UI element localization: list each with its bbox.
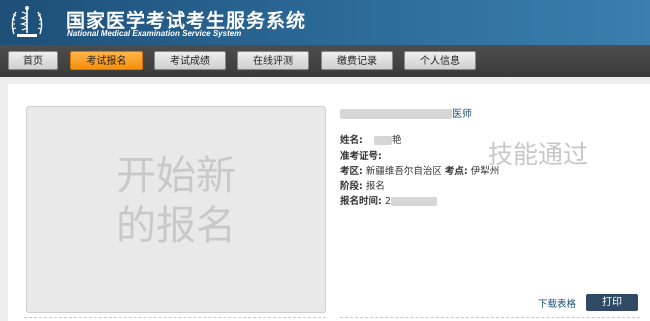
print-button[interactable]: 打印 [586, 294, 638, 311]
download-form-link[interactable]: 下载表格 [538, 296, 576, 310]
info-region-row: 考区: 新疆维吾尔自治区 考点: 伊犁州 [340, 166, 500, 177]
watermark-text: 技能通过 [488, 140, 589, 169]
redacted-block [390, 197, 437, 206]
nav-payment-records[interactable]: 缴费记录 [321, 51, 393, 70]
nav-exam-results[interactable]: 考试成绩 [154, 51, 226, 70]
nav-online-assessment[interactable]: 在线评测 [237, 51, 309, 70]
info-stage-row: 阶段: 报名 [340, 181, 385, 192]
main-nav: 首页 考试报名 考试成绩 在线评测 缴费记录 个人信息 [0, 45, 650, 77]
caduceus-logo-icon [11, 6, 43, 37]
new-registration-box[interactable]: 开始新 的报名 [26, 106, 326, 313]
redacted-block [373, 136, 392, 145]
nav-home[interactable]: 首页 [8, 51, 58, 70]
nav-exam-registration[interactable]: 考试报名 [70, 51, 143, 70]
divider-left [24, 317, 326, 318]
redacted-block [340, 109, 452, 119]
app-subtitle: National Medical Examination Service Sys… [67, 29, 242, 38]
exam-type: 医师 [340, 105, 472, 120]
info-id-row: 准考证号: [340, 151, 382, 162]
divider-right [340, 317, 640, 318]
nav-personal-info[interactable]: 个人信息 [404, 51, 476, 70]
app-header: 国家医学考试考生服务系统 National Medical Examinatio… [0, 0, 650, 45]
info-name-row: 姓名: 艳 [340, 135, 402, 146]
new-registration-text: 开始新 的报名 [116, 153, 236, 249]
info-time-row: 报名时间: 2 [340, 193, 437, 207]
